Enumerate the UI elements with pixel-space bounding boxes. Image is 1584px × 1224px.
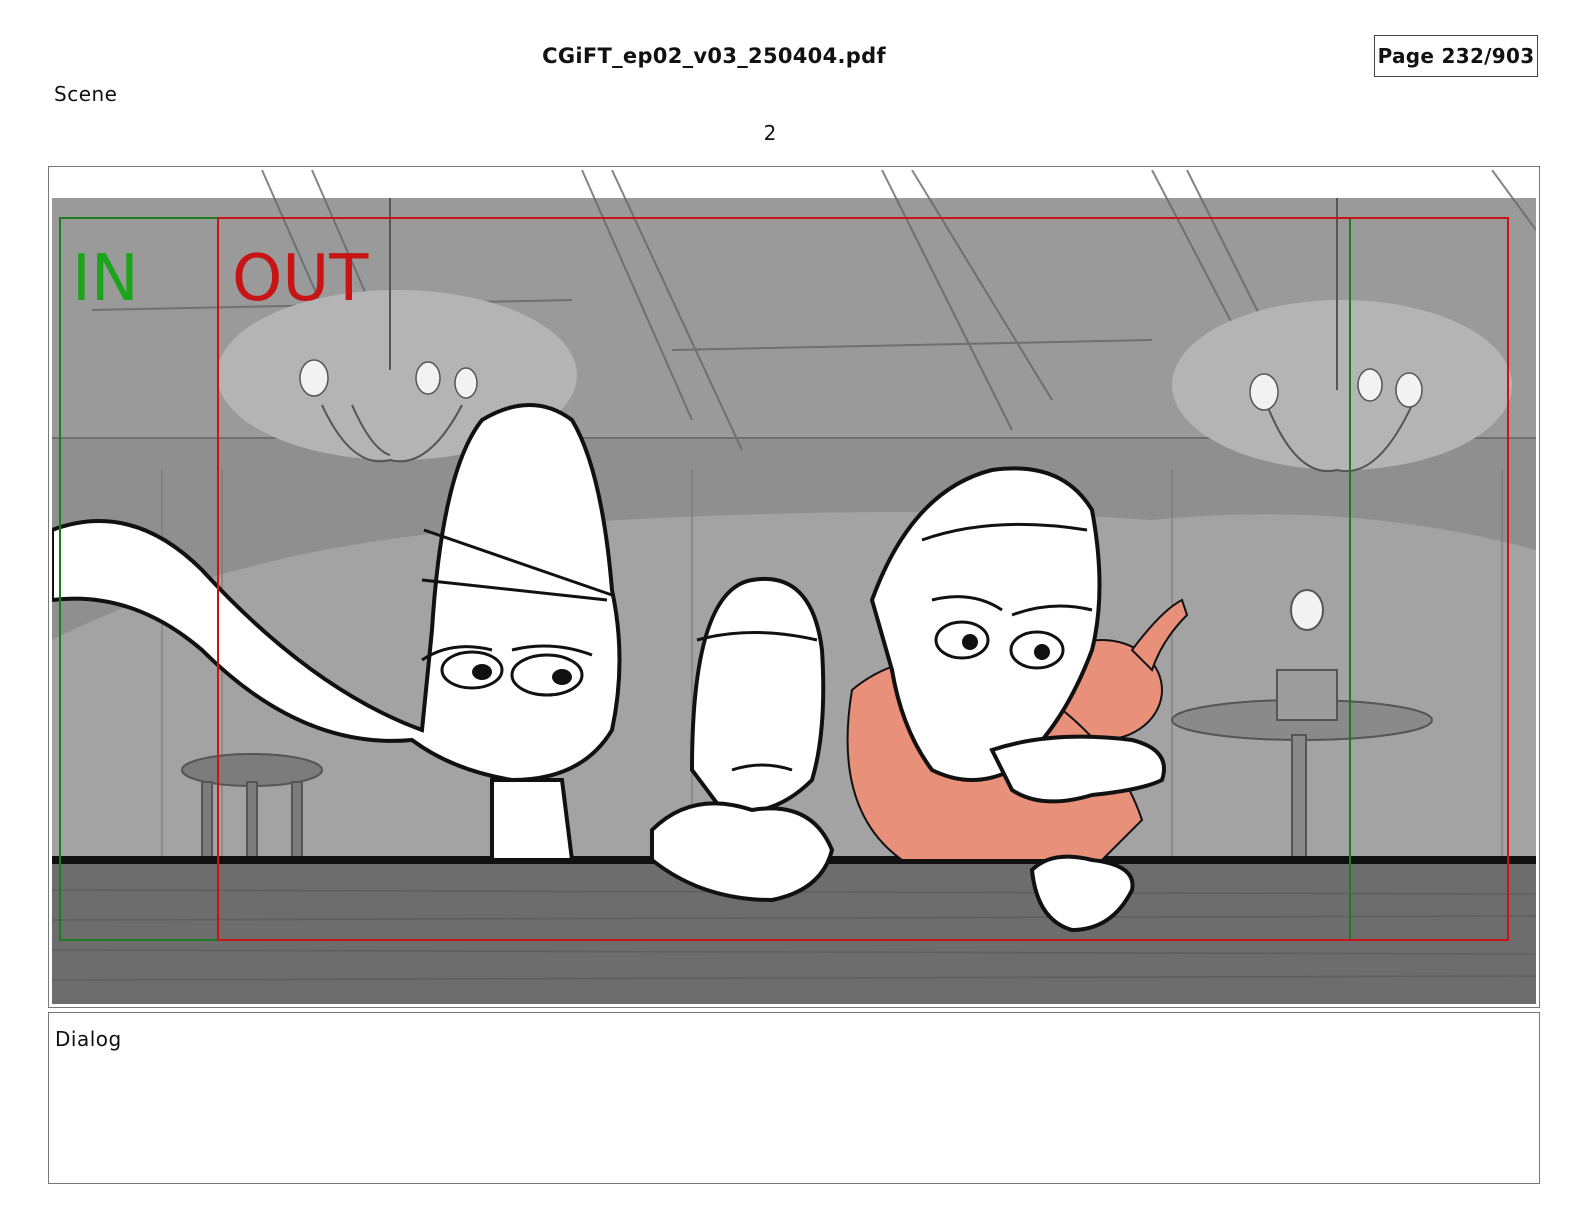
storyboard-panel: IN OUT — [48, 166, 1540, 1008]
page-indicator: Page 232/903 — [1374, 35, 1538, 77]
dialog-box: Dialog — [48, 1012, 1540, 1184]
storyboard-illustration: IN OUT — [52, 170, 1536, 1004]
scene-number: 2 — [763, 121, 777, 145]
in-frame-marker: IN — [72, 242, 139, 316]
out-frame-marker: OUT — [232, 242, 369, 316]
document-title: CGiFT_ep02_v03_250404.pdf — [542, 44, 886, 68]
dialog-label: Dialog — [55, 1027, 122, 1051]
scene-label: Scene — [54, 82, 118, 106]
